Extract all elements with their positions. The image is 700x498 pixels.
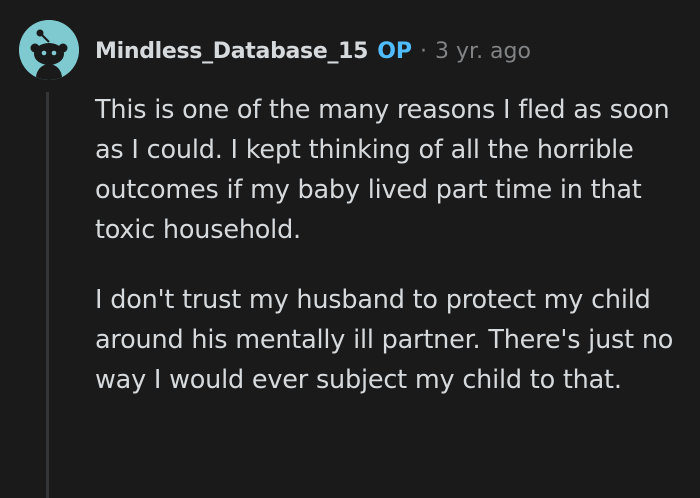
thread-collapse-line[interactable] — [46, 92, 49, 498]
comment-body: This is one of the many reasons I fled a… — [95, 90, 685, 430]
op-badge: OP — [377, 38, 413, 64]
author-username[interactable]: Mindless_Database_15 — [95, 39, 369, 64]
meta-separator: · — [420, 38, 428, 64]
comment-paragraph: This is one of the many reasons I fled a… — [95, 95, 670, 245]
comment-paragraph: I don't trust my husband to protect my c… — [95, 285, 674, 395]
comment: Mindless_Database_15 OP · 3 yr. ago This… — [0, 0, 700, 498]
avatar[interactable] — [19, 20, 79, 80]
comment-header: Mindless_Database_15 OP · 3 yr. ago — [95, 34, 531, 68]
comment-timestamp[interactable]: 3 yr. ago — [435, 39, 531, 64]
snoo-avatar-icon — [19, 20, 79, 80]
